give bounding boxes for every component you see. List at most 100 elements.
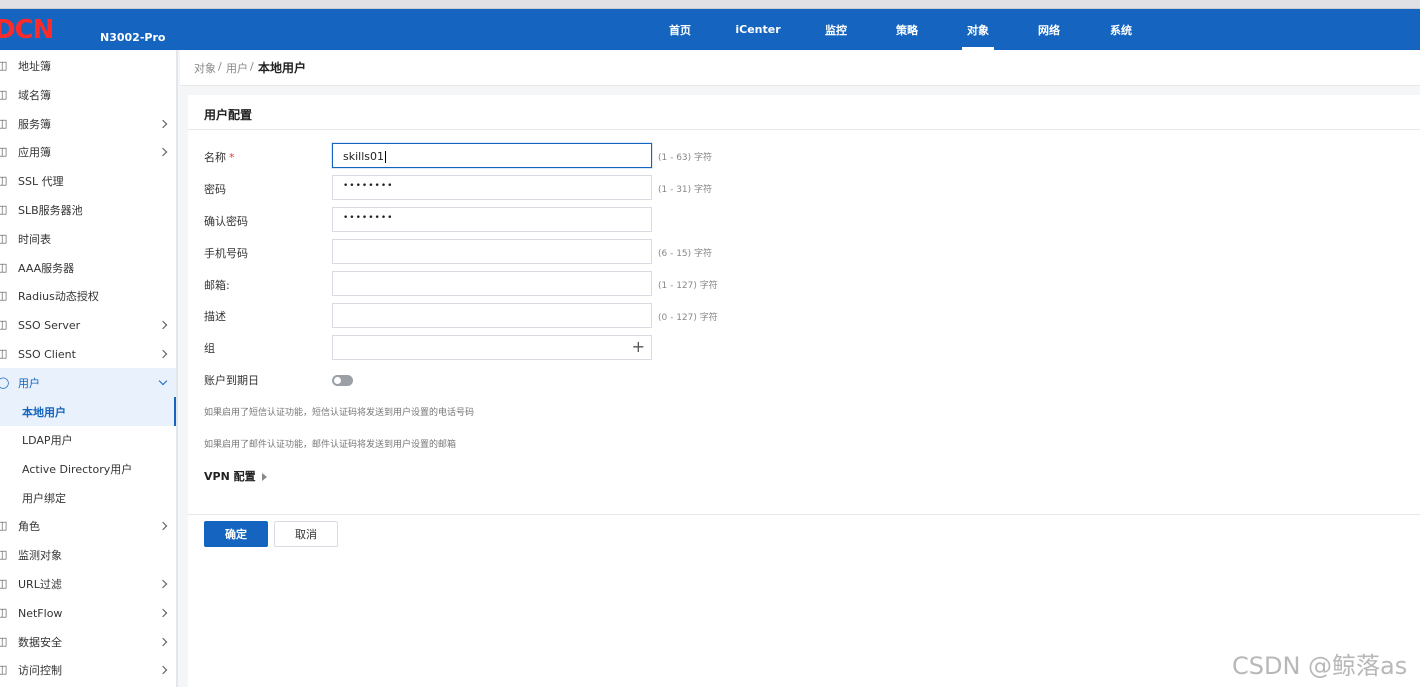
- user-icon: ◯: [0, 375, 10, 389]
- nav-system[interactable]: 系统: [1100, 9, 1142, 50]
- slb-pool-icon: ◫: [0, 203, 8, 216]
- sidebar-item-label: 数据安全: [18, 636, 62, 649]
- sidebar-item-data-security[interactable]: ◫ 数据安全: [0, 628, 176, 656]
- monitor-object-icon: ◫: [0, 548, 8, 561]
- sidebar-item-aaa-server[interactable]: ◫ AAA服务器: [0, 254, 176, 282]
- sidebar-item-label: URL过滤: [18, 578, 62, 591]
- sidebar-item-label: 域名簿: [18, 89, 51, 102]
- email-label: 邮箱:: [204, 279, 230, 292]
- sidebar-item-label: Active Directory用户: [22, 463, 133, 476]
- chevron-right-icon: [158, 608, 168, 618]
- breadcrumb: 对象 / 用户 / 本地用户: [180, 50, 1420, 86]
- divider: [188, 514, 1420, 515]
- url-filter-icon: ◫: [0, 577, 8, 590]
- domain-book-icon: ◫: [0, 88, 8, 101]
- description-input[interactable]: [332, 303, 652, 328]
- data-security-icon: ◫: [0, 635, 8, 648]
- chevron-right-icon: [158, 147, 168, 157]
- chevron-down-icon: [158, 376, 168, 386]
- email-input[interactable]: [332, 271, 652, 296]
- nav-network[interactable]: 网络: [1028, 9, 1070, 50]
- password-input[interactable]: ••••••••: [332, 175, 652, 200]
- sidebar-item-label: 地址簿: [18, 60, 51, 73]
- phone-input[interactable]: [332, 239, 652, 264]
- top-navigation-bar: DCN N3002-Pro 首页 iCenter 监控 策略 对象 网络 系统: [0, 9, 1420, 50]
- chevron-right-icon: [158, 521, 168, 531]
- sidebar-item-label: LDAP用户: [22, 434, 73, 447]
- plus-icon[interactable]: +: [632, 338, 645, 356]
- description-hint: (0 - 127) 字符: [658, 313, 718, 323]
- device-model: N3002-Pro: [100, 31, 166, 44]
- sidebar-item-label: SSL 代理: [18, 175, 64, 188]
- vpn-config-toggle[interactable]: VPN 配置: [204, 468, 267, 484]
- chevron-right-icon: [158, 119, 168, 129]
- sidebar-item-service-book[interactable]: ◫ 服务簿: [0, 110, 176, 138]
- sms-auth-note: 如果启用了短信认证功能，短信认证码将发送到用户设置的电话号码: [204, 408, 475, 418]
- group-input[interactable]: +: [332, 335, 652, 360]
- sidebar-item-access-control[interactable]: ◫ 访问控制: [0, 656, 176, 684]
- browser-tabbar-edge: [0, 0, 1420, 9]
- access-control-icon: ◫: [0, 663, 8, 676]
- sidebar-item-sso-server[interactable]: ◫ SSO Server: [0, 311, 176, 339]
- chevron-right-icon: [158, 637, 168, 647]
- brand-logo: DCN: [0, 15, 54, 45]
- caret-right-icon: [261, 473, 267, 481]
- nav-policy[interactable]: 策略: [886, 9, 928, 50]
- chevron-right-icon: [158, 320, 168, 330]
- toggle-knob: [334, 377, 341, 384]
- phone-hint: (6 - 15) 字符: [658, 249, 713, 259]
- sidebar-item-label: SSO Server: [18, 318, 81, 332]
- cancel-button[interactable]: 取消: [274, 521, 338, 547]
- sidebar-item-sso-client[interactable]: ◫ SSO Client: [0, 340, 176, 368]
- aaa-server-icon: ◫: [0, 261, 8, 274]
- role-icon: ◫: [0, 519, 8, 532]
- sidebar-item-users[interactable]: ◯ 用户: [0, 368, 176, 397]
- sidebar-item-radius[interactable]: ◫ Radius动态授权: [0, 282, 176, 310]
- name-input[interactable]: skills01: [332, 143, 652, 168]
- ok-button[interactable]: 确定: [204, 521, 268, 547]
- sidebar-item-label: 本地用户: [22, 405, 66, 419]
- breadcrumb-users[interactable]: 用户: [226, 60, 248, 76]
- sidebar-item-label: AAA服务器: [18, 262, 75, 275]
- confirm-password-input[interactable]: ••••••••: [332, 207, 652, 232]
- sidebar-item-domain-book[interactable]: ◫ 域名簿: [0, 81, 176, 109]
- sidebar-item-label: 服务簿: [18, 118, 51, 131]
- divider: [188, 129, 1420, 130]
- breadcrumb-separator: /: [218, 60, 222, 73]
- sidebar-item-app-book[interactable]: ◫ 应用簿: [0, 138, 176, 166]
- group-label: 组: [204, 342, 215, 355]
- sidebar-item-roles[interactable]: ◫ 角色: [0, 512, 176, 540]
- mail-auth-note: 如果启用了邮件认证功能，邮件认证码将发送到用户设置的邮箱: [204, 440, 457, 450]
- nav-monitor[interactable]: 监控: [814, 9, 858, 50]
- password-hint: (1 - 31) 字符: [658, 185, 713, 195]
- sidebar-item-user-binding[interactable]: 用户绑定: [0, 484, 176, 512]
- address-book-icon: ◫: [0, 59, 8, 72]
- chevron-right-icon: [158, 579, 168, 589]
- phone-label: 手机号码: [204, 247, 248, 260]
- sidebar-item-ad-users[interactable]: Active Directory用户: [0, 455, 176, 483]
- sidebar-item-monitor-object[interactable]: ◫ 监测对象: [0, 541, 176, 569]
- breadcrumb-object[interactable]: 对象: [194, 60, 216, 76]
- user-config-panel: 用户配置 名称 * skills01 (1 - 63) 字符 密码 •••••••…: [188, 95, 1420, 687]
- sidebar-item-label: 用户: [18, 376, 40, 390]
- sidebar-item-address-book[interactable]: ◫ 地址簿: [0, 52, 176, 80]
- confirm-password-label: 确认密码: [204, 215, 248, 228]
- account-expiry-toggle[interactable]: [332, 375, 353, 386]
- sidebar-item-label: SSO Client: [18, 347, 76, 361]
- sidebar-item-schedule[interactable]: ◫ 时间表: [0, 225, 176, 253]
- sidebar-item-label: 用户绑定: [22, 492, 66, 505]
- nav-icenter[interactable]: iCenter: [730, 9, 786, 50]
- account-expiry-label: 账户到期日: [204, 374, 259, 387]
- sidebar-item-url-filter[interactable]: ◫ URL过滤: [0, 570, 176, 598]
- nav-object[interactable]: 对象: [962, 9, 994, 50]
- email-hint: (1 - 127) 字符: [658, 281, 718, 291]
- sso-server-icon: ◫: [0, 318, 8, 331]
- sidebar-item-local-users[interactable]: 本地用户: [0, 397, 176, 426]
- sidebar-item-ldap-users[interactable]: LDAP用户: [0, 426, 176, 454]
- schedule-icon: ◫: [0, 232, 8, 245]
- sidebar-item-slb-pool[interactable]: ◫ SLB服务器池: [0, 196, 176, 224]
- nav-home[interactable]: 首页: [656, 9, 704, 50]
- sidebar-item-ssl-proxy[interactable]: ◫ SSL 代理: [0, 167, 176, 195]
- sidebar-item-netflow[interactable]: ◫ NetFlow: [0, 599, 176, 627]
- app-book-icon: ◫: [0, 145, 8, 158]
